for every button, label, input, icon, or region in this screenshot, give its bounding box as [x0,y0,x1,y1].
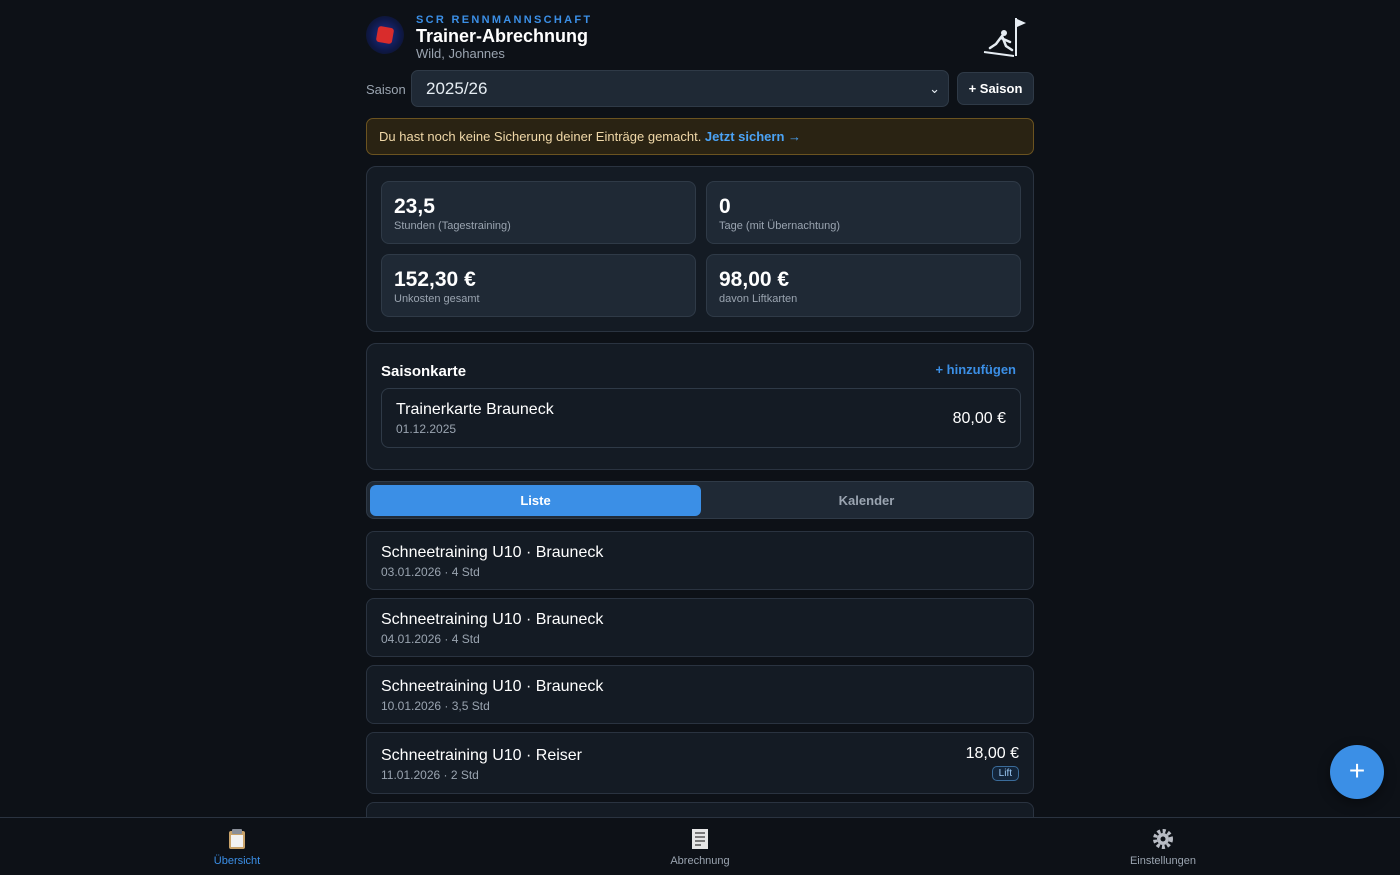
tab-list[interactable]: Liste [370,485,701,516]
stat-label: davon Liftkarten [719,293,798,305]
entry-meta: 10.01.2026 · 3,5 Std [381,699,490,713]
nav-label: Übersicht [213,855,261,867]
stat-label: Unkosten gesamt [394,293,480,305]
backup-now-link[interactable]: Jetzt sichern → [705,129,801,144]
season-select[interactable]: 2025/26 ⌄ [411,70,949,107]
brand-name: SCR RENNMANNSCHAFT [416,14,593,26]
stat-value: 98,00 € [719,268,790,291]
season-pass-card: Saisonkarte + hinzufügen Trainerkarte Br… [366,343,1034,470]
stat-hours: 23,5 Stunden (Tagestraining) [381,181,696,244]
add-season-pass-button[interactable]: + hinzufügen [935,362,1016,377]
chevron-down-icon: ⌄ [929,81,940,96]
list-item[interactable]: Schneetraining U10 · Brauneck 04.01.2026… [366,598,1034,657]
bottom-nav: Übersicht Abrechnung Einstellungen [0,817,1400,875]
entry-meta: 11.01.2026 · 2 Std [381,768,479,782]
list-item[interactable]: Schneetraining U10 · Reiser 11.01.2026 ·… [366,732,1034,794]
club-logo [366,16,404,54]
stat-expenses: 152,30 € Unkosten gesamt [381,254,696,317]
stat-value: 23,5 [394,195,435,218]
stat-value: 152,30 € [394,268,476,291]
entry-title: Schneetraining U10 · Brauneck [381,678,604,695]
tab-calendar[interactable]: Kalender [701,485,1032,516]
main-column: SCR RENNMANNSCHAFT Trainer-Abrechnung Wi… [366,0,1034,842]
stat-label: Stunden (Tagestraining) [394,220,511,232]
entry-meta: 03.01.2026 · 4 Std [381,565,480,579]
entry-title: Schneetraining U10 · Brauneck [381,544,604,561]
season-select-value: 2025/26 [426,79,488,98]
nav-item-billing[interactable]: Abrechnung [600,826,800,867]
list-item[interactable]: Schneetraining U10 · Brauneck 03.01.2026… [366,531,1034,590]
receipt-icon [600,826,800,850]
add-season-button[interactable]: + Saison [957,72,1034,105]
app-header: SCR RENNMANNSCHAFT Trainer-Abrechnung Wi… [366,0,1034,66]
pass-date: 01.12.2025 [396,422,457,436]
nav-label: Abrechnung [670,855,730,867]
lift-badge: Lift [991,766,1019,781]
add-entry-button[interactable]: + [1330,745,1384,799]
backup-warning: Du hast noch keine Sicherung deiner Eint… [366,118,1034,155]
page-title: Trainer-Abrechnung [416,26,589,46]
season-pass-item[interactable]: Trainerkarte Brauneck 01.12.2025 80,00 € [381,388,1021,448]
pass-price: 80,00 € [952,410,1006,427]
stat-days: 0 Tage (mit Übernachtung) [706,181,1021,244]
nav-label: Einstellungen [1129,855,1197,867]
season-pass-title: Saisonkarte [381,363,467,380]
stat-value: 0 [719,195,731,218]
list-item[interactable]: Schneetraining U10 · Brauneck 10.01.2026… [366,665,1034,724]
pass-name: Trainerkarte Brauneck [396,401,554,418]
entry-title: Schneetraining U10 · Brauneck [381,611,604,628]
skier-icon [983,18,1026,57]
season-label: Saison [366,82,406,97]
stat-label: Tage (mit Übernachtung) [719,220,841,232]
nav-item-overview[interactable]: Übersicht [137,826,337,867]
entry-amount: 18,00 € [965,745,1019,762]
entry-meta: 04.01.2026 · 4 Std [381,632,480,646]
user-name: Wild, Johannes [416,46,505,61]
view-tabs: Liste Kalender [366,481,1034,519]
stat-lift-tickets: 98,00 € davon Liftkarten [706,254,1021,317]
season-row: Saison 2025/26 ⌄ + Saison [366,70,1034,107]
clipboard-icon [137,826,337,850]
stats-card: 23,5 Stunden (Tagestraining) 0 Tage (mit… [366,166,1034,332]
backup-warning-text: Du hast noch keine Sicherung deiner Eint… [379,129,705,144]
entry-title: Schneetraining U10 · Reiser [381,747,582,764]
gear-icon [1063,826,1263,850]
nav-item-settings[interactable]: Einstellungen [1063,826,1263,867]
